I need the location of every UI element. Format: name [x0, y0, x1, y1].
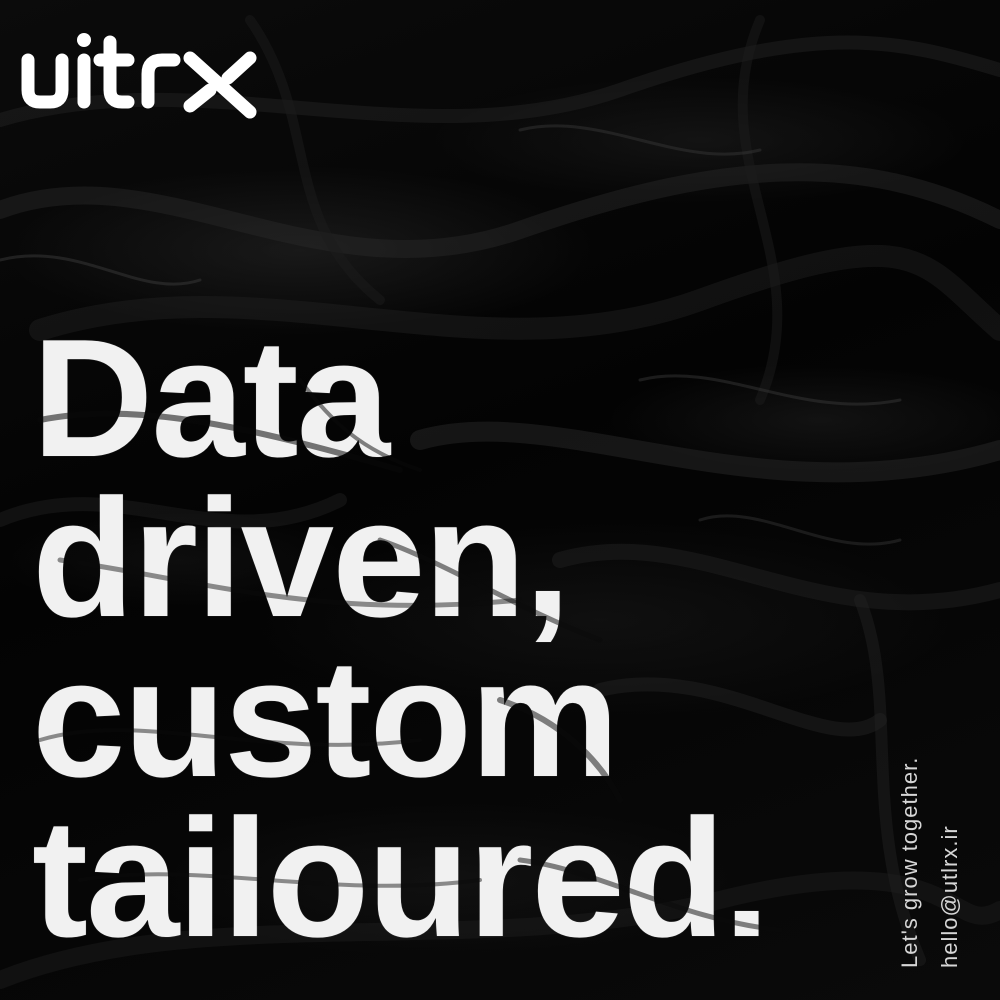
uitrx-logo-icon	[21, 33, 257, 119]
headline-line-3: custom	[32, 624, 619, 812]
headline-line-2: driven,	[32, 464, 571, 652]
headline-line-1: Data	[32, 304, 390, 492]
headline-line-4: tailoured.	[32, 784, 770, 972]
tagline: Let's grow together.	[897, 756, 922, 968]
email-link[interactable]: hello@utlrx.ir	[930, 757, 970, 968]
brand-logo	[18, 28, 263, 120]
poster: Data driven, custom tailoured. Let's gro…	[0, 0, 1000, 1000]
headline: Data driven, custom tailoured.	[32, 304, 770, 972]
